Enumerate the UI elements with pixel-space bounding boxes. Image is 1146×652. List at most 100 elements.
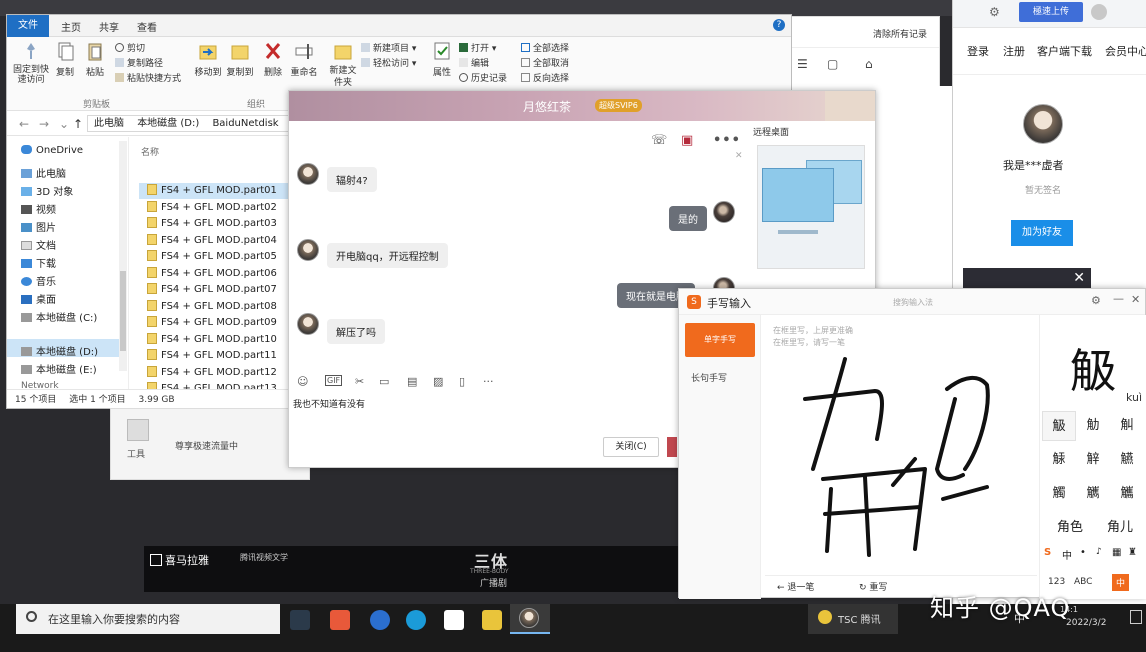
close-button[interactable]: 关闭(C) bbox=[603, 437, 659, 457]
more-icon[interactable]: ··· bbox=[483, 375, 494, 388]
file-row[interactable]: FS4 + GFL MOD.part06 bbox=[139, 266, 289, 282]
file-row[interactable]: FS4 + GFL MOD.part02 bbox=[139, 200, 289, 216]
shirt-icon[interactable]: ♜ bbox=[1128, 547, 1137, 558]
close-icon[interactable]: ✕ bbox=[1131, 293, 1140, 306]
clipboard-icon[interactable]: ▤ bbox=[407, 375, 417, 388]
candidate-char[interactable]: 觸 bbox=[1042, 479, 1076, 509]
more-icon[interactable]: ••• bbox=[713, 133, 741, 148]
file-row[interactable]: FS4 + GFL MOD.part10 bbox=[139, 332, 289, 348]
single-char-mode-button[interactable]: 单字手写 bbox=[685, 323, 755, 357]
nav-item-downloads[interactable]: 下载 bbox=[21, 255, 56, 270]
list-icon[interactable]: ☰ bbox=[797, 57, 808, 71]
candidate-char[interactable]: 觔 bbox=[1076, 411, 1110, 441]
settings-icon[interactable]: ⚙ bbox=[989, 5, 1000, 19]
tab-file[interactable]: 文件 bbox=[7, 15, 49, 37]
file-row[interactable]: FS4 + GFL MOD.part04 bbox=[139, 233, 289, 249]
gear-icon[interactable]: ⚙ bbox=[1091, 294, 1101, 307]
help-icon[interactable]: ? bbox=[773, 19, 785, 31]
avatar[interactable] bbox=[297, 239, 319, 261]
rewrite-button[interactable]: ↻ 重写 bbox=[859, 580, 887, 593]
lock-icon[interactable]: ⌂ bbox=[865, 57, 873, 71]
move-to-button[interactable]: 移动到 bbox=[193, 41, 223, 78]
emoji-icon[interactable]: ☺ bbox=[297, 375, 308, 388]
avatar[interactable] bbox=[297, 313, 319, 335]
avatar[interactable] bbox=[297, 163, 319, 185]
scissors-icon[interactable]: ✂ bbox=[355, 375, 364, 388]
phone-icon[interactable]: ☏ bbox=[651, 133, 667, 148]
chinese-keyboard[interactable]: 中 bbox=[1112, 574, 1130, 591]
scrollbar[interactable] bbox=[119, 141, 127, 371]
nav-item-drive-e[interactable]: 本地磁盘 (E:) bbox=[21, 361, 97, 376]
cut-button[interactable]: 剪切 bbox=[115, 41, 145, 54]
browser-icon[interactable] bbox=[370, 610, 390, 630]
delete-button[interactable]: 删除 bbox=[261, 41, 285, 78]
nav-item-this-pc[interactable]: 此电脑 bbox=[21, 165, 66, 180]
candidate-word[interactable]: 角儿 bbox=[1098, 513, 1142, 543]
candidate-char[interactable]: 觽 bbox=[1076, 479, 1110, 509]
forward-icon[interactable]: → bbox=[39, 117, 49, 131]
minimize-icon[interactable]: — bbox=[1113, 292, 1124, 305]
history-button[interactable]: 历史记录 bbox=[459, 71, 507, 84]
sogou-s-icon[interactable]: S bbox=[1044, 547, 1051, 558]
keyboard-icon[interactable]: ▦ bbox=[1112, 547, 1121, 558]
remote-desktop-thumbnail[interactable] bbox=[757, 145, 865, 269]
file-row[interactable]: FS4 + GFL MOD.part03 bbox=[139, 216, 289, 232]
file-row[interactable]: FS4 + GFL MOD.part01 bbox=[139, 183, 289, 199]
nav-item-drive-d[interactable]: 本地磁盘 (D:) bbox=[21, 343, 98, 358]
new-item-button[interactable]: 新建项目 ▾ bbox=[361, 41, 416, 54]
candidate-word[interactable]: 角色 bbox=[1048, 513, 1092, 543]
tab-view[interactable]: 查看 bbox=[137, 19, 157, 34]
tab-share[interactable]: 共享 bbox=[99, 19, 119, 34]
candidate-char[interactable]: 觨 bbox=[1042, 445, 1076, 475]
breadcrumb-item[interactable]: 本地磁盘 (D:) bbox=[137, 118, 199, 129]
long-sentence-mode-button[interactable]: 长句手写 bbox=[691, 371, 727, 384]
new-folder-button[interactable]: 新建文件夹 bbox=[327, 41, 359, 89]
login-link[interactable]: 登录 bbox=[967, 43, 989, 59]
taskbar-search[interactable]: 在这里输入你要搜索的内容 bbox=[16, 604, 280, 634]
clock-date[interactable]: 2022/3/2 bbox=[1066, 618, 1106, 628]
nav-item-drive-c[interactable]: 本地磁盘 (C:) bbox=[21, 309, 97, 324]
nav-item-videos[interactable]: 视频 bbox=[21, 201, 56, 216]
chevron-down-icon[interactable]: ⌄ bbox=[59, 117, 69, 131]
close-icon[interactable]: ✕ bbox=[1073, 270, 1085, 286]
select-all-button[interactable]: 全部选择 bbox=[521, 41, 569, 54]
breadcrumb-item[interactable]: BaiduNetdisk bbox=[212, 118, 278, 129]
nav-item-music[interactable]: 音乐 bbox=[21, 273, 56, 288]
invert-selection-button[interactable]: 反向选择 bbox=[521, 71, 569, 84]
candidate-char[interactable]: 觾 bbox=[1110, 445, 1144, 475]
video-call-icon[interactable]: ▣ bbox=[681, 133, 693, 148]
file-row[interactable]: FS4 + GFL MOD.part13 bbox=[139, 381, 289, 389]
easy-access-button[interactable]: 轻松访问 ▾ bbox=[361, 56, 416, 69]
file-row[interactable]: FS4 + GFL MOD.part07 bbox=[139, 282, 289, 298]
lang-indicator[interactable]: 中 bbox=[1062, 547, 1072, 562]
nav-item-documents[interactable]: 文档 bbox=[21, 237, 56, 252]
file-row[interactable]: FS4 + GFL MOD.part08 bbox=[139, 299, 289, 315]
undo-stroke-button[interactable]: ← 退一笔 bbox=[777, 580, 814, 593]
upload-button[interactable]: 極速上传 bbox=[1019, 2, 1083, 22]
mic-icon[interactable]: ♪ bbox=[1096, 547, 1102, 557]
nav-item-pictures[interactable]: 图片 bbox=[21, 219, 56, 234]
candidate-char[interactable]: 觓 bbox=[1110, 411, 1144, 441]
contact-name[interactable]: 月悠红茶 bbox=[523, 98, 571, 115]
member-center-link[interactable]: 会员中心 bbox=[1105, 43, 1146, 59]
copy-button[interactable]: 复制 bbox=[53, 41, 77, 78]
file-row[interactable]: FS4 + GFL MOD.part09 bbox=[139, 315, 289, 331]
handwriting-canvas[interactable]: 在框里写，上屏更准确 在框里写，请写一笔 bbox=[765, 319, 1037, 571]
nav-item-3d[interactable]: 3D 对象 bbox=[21, 183, 73, 198]
image-icon[interactable]: ▨ bbox=[433, 375, 443, 388]
punct-icon[interactable]: • bbox=[1080, 547, 1086, 558]
screen-icon[interactable]: ▯ bbox=[459, 375, 465, 388]
tab-home[interactable]: 主页 bbox=[61, 19, 81, 34]
up-icon[interactable]: ↑ bbox=[73, 117, 83, 131]
user-avatar-small[interactable] bbox=[1091, 4, 1107, 20]
avatar[interactable] bbox=[713, 201, 735, 223]
file-row[interactable]: FS4 + GFL MOD.part12 bbox=[139, 365, 289, 381]
gif-icon[interactable]: GIF bbox=[325, 375, 343, 386]
register-link[interactable]: 注册 bbox=[1003, 43, 1025, 59]
file-row[interactable]: FS4 + GFL MOD.part11 bbox=[139, 348, 289, 364]
copy-path-button[interactable]: 复制路径 bbox=[115, 56, 163, 69]
properties-button[interactable]: 属性 bbox=[427, 41, 457, 78]
file-explorer-icon[interactable] bbox=[482, 610, 502, 630]
app-s-icon[interactable] bbox=[330, 610, 350, 630]
pin-button[interactable]: 固定到快速访问 bbox=[11, 41, 51, 85]
